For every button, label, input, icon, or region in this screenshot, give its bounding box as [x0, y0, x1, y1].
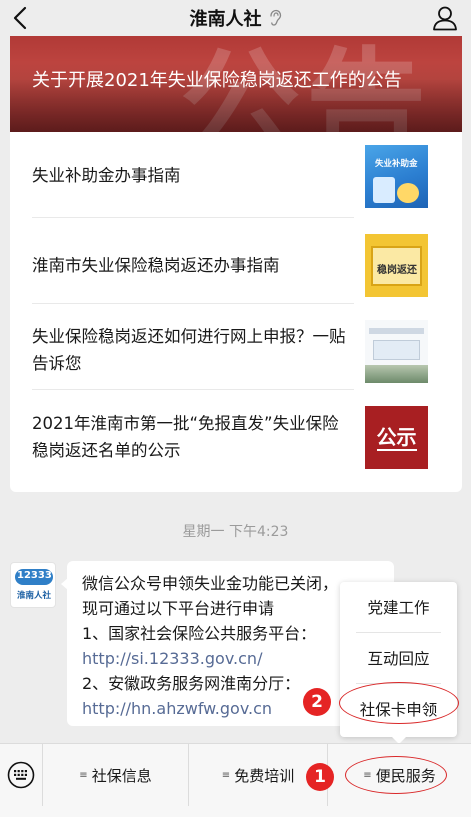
article-thumbnail — [365, 320, 428, 383]
article-thumbnail: 公示 — [365, 406, 428, 469]
menu-label: 社保信息 — [91, 766, 152, 785]
menu-lines-icon: ≡ — [79, 769, 88, 781]
avatar[interactable]: 12333 淮南人社 — [10, 562, 56, 608]
top-bar: 淮南人社 — [0, 0, 471, 36]
thumbnail-shape — [373, 340, 420, 360]
avatar-text: 淮南人社 — [17, 591, 52, 601]
article-thumbnail: 稳岗返还 — [365, 234, 428, 297]
menu-social-info[interactable]: ≡ 社保信息 — [43, 744, 188, 806]
banner-article[interactable]: 公告 关于开展2021年失业保险稳岗返还工作的公告 — [10, 36, 462, 132]
annotation-ring — [339, 682, 459, 724]
menu-lines-icon: ≡ — [221, 769, 231, 781]
message-timestamp: 星期一 下午4:23 — [182, 524, 289, 540]
article-thumbnail: 失业补助金 — [365, 145, 428, 208]
article-title: 失业补助金办事指南 — [32, 166, 181, 185]
profile-icon[interactable] — [431, 4, 459, 32]
article-item[interactable]: 失业补助金办事指南 失业补助金 — [10, 132, 462, 218]
thumbnail-label: 稳岗返还 — [377, 265, 417, 276]
article-item[interactable]: 2021年淮南市第一批“免报直发”失业保险稳岗返还名单的公示 公示 — [10, 390, 462, 480]
avatar-number: 12333 — [17, 570, 52, 581]
thumbnail-shape — [365, 365, 428, 383]
annotation-number: 1 — [306, 763, 334, 791]
keyboard-toggle[interactable] — [0, 744, 42, 806]
thumbnail-shape — [369, 328, 424, 334]
article-item[interactable]: 失业保险稳岗返还如何进行网上申报？一贴告诉您 — [10, 304, 462, 390]
title-wrap: 淮南人社 — [0, 0, 471, 36]
annotation-ring — [345, 756, 447, 794]
page-title: 淮南人社 — [189, 9, 262, 30]
submenu-item-party-building[interactable]: 党建工作 — [340, 582, 457, 632]
thumbnail-frame: 稳岗返还 — [371, 246, 422, 286]
banner-title: 关于开展2021年失业保险稳岗返还工作的公告 — [32, 70, 402, 91]
ear-icon — [269, 9, 281, 26]
article-card: 公告 关于开展2021年失业保险稳岗返还工作的公告 失业补助金办事指南 失业补助… — [10, 36, 462, 492]
thumbnail-label: 公示 — [376, 424, 417, 451]
annotation-number: 2 — [303, 688, 331, 716]
keyboard-icon — [7, 761, 35, 789]
thumbnail-shape — [397, 183, 419, 203]
thumbnail-shape — [373, 177, 395, 203]
article-title: 2021年淮南市第一批“免报直发”失业保险稳岗返还名单的公示 — [32, 414, 339, 460]
article-title: 淮南市失业保险稳岗返还办事指南 — [32, 256, 280, 275]
thumbnail-label: 失业补助金 — [375, 159, 418, 169]
submenu-item-interaction[interactable]: 互动回应 — [340, 633, 457, 683]
menu-label: 免费培训 — [234, 766, 295, 785]
article-title: 失业保险稳岗返还如何进行网上申报？一贴告诉您 — [32, 327, 346, 373]
article-item[interactable]: 淮南市失业保险稳岗返还办事指南 稳岗返还 — [10, 218, 462, 304]
